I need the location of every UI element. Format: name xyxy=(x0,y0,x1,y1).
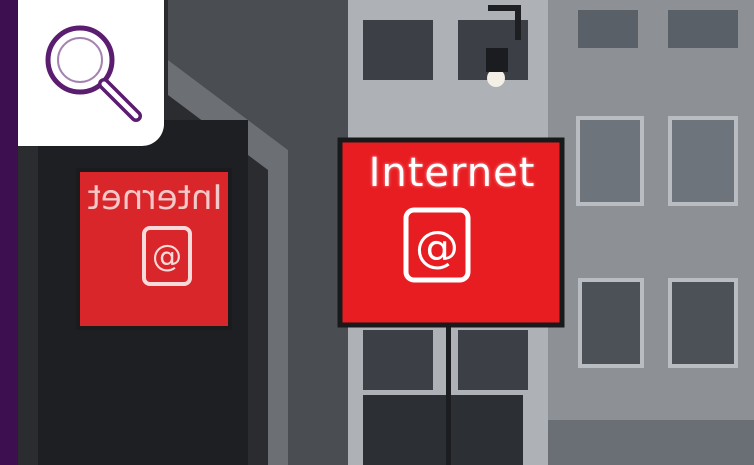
search-tile[interactable] xyxy=(18,0,164,146)
sign-text: Internet xyxy=(368,150,536,196)
search-icon xyxy=(45,25,142,122)
left-accent-bar xyxy=(0,0,18,465)
reflected-sign-text: Internet xyxy=(87,178,223,218)
svg-text:@: @ xyxy=(415,222,459,273)
svg-text:@: @ xyxy=(152,239,182,274)
